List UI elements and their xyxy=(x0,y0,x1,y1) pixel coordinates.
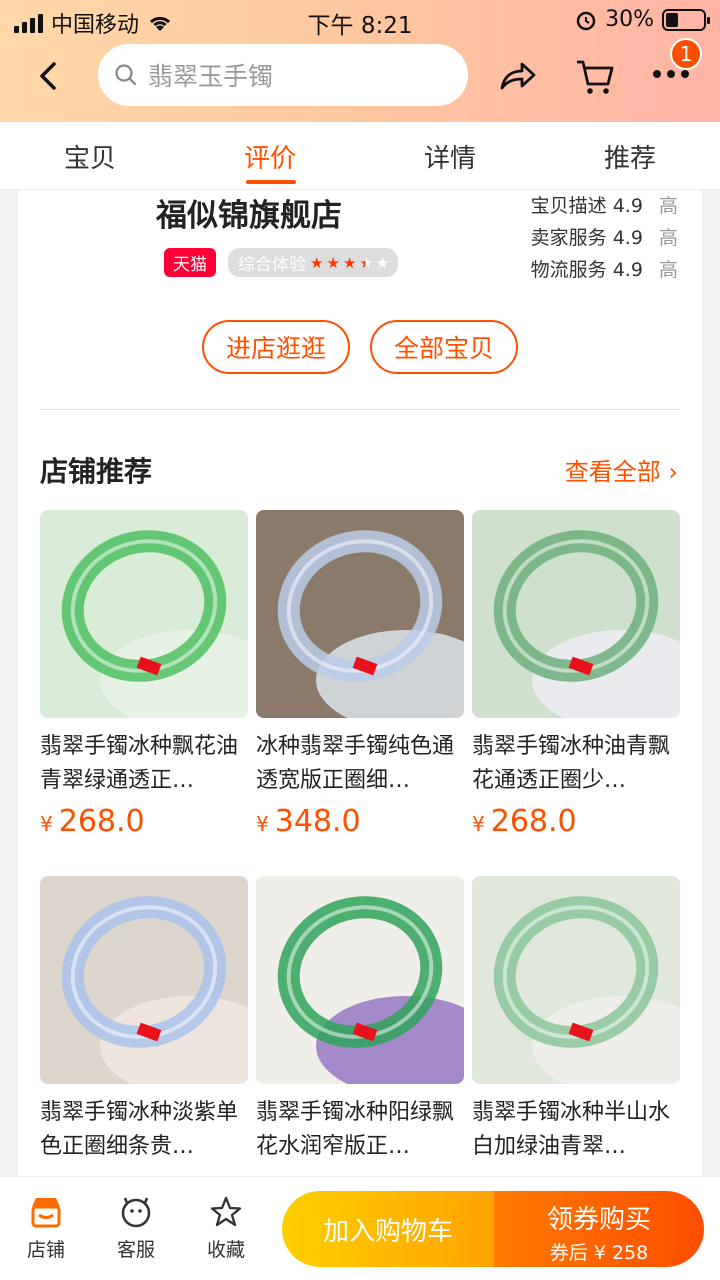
tab-reviews[interactable]: 评价 xyxy=(210,138,330,175)
currency-symbol: ¥ xyxy=(256,812,269,836)
product-card[interactable]: 冰种翡翠手镯纯色通透宽版正圈细… ¥348.0 xyxy=(256,510,464,839)
star-outline-icon xyxy=(210,1196,242,1227)
score-label: 宝贝描述 xyxy=(530,195,607,217)
score-value: 4.9 xyxy=(612,259,643,281)
star-icon: ★ xyxy=(310,253,323,272)
back-arrow-icon[interactable] xyxy=(30,58,66,94)
tmall-badge: 天猫 xyxy=(164,248,216,277)
bangle-image-icon xyxy=(277,530,464,718)
tab-details[interactable]: 详情 xyxy=(390,138,510,175)
active-tab-indicator xyxy=(246,180,296,184)
score-row: 物流服务 4.9 高 xyxy=(531,254,678,286)
customer-service-button[interactable]: 客服 xyxy=(106,1195,166,1262)
see-all-label: 查看全部 xyxy=(564,458,661,486)
bangle-image-icon xyxy=(277,896,464,1084)
buy-with-coupon-button[interactable]: 领券购买 券后 ¥ 258 xyxy=(494,1191,704,1267)
product-price: ¥268.0 xyxy=(40,804,248,839)
score-label: 物流服务 xyxy=(530,259,607,281)
score-row: 宝贝描述 4.9 高 xyxy=(531,190,678,222)
bangle-image-icon xyxy=(61,530,248,718)
star-icon: ★ xyxy=(326,253,339,272)
all-items-button[interactable]: 全部宝贝 xyxy=(370,320,518,374)
product-title[interactable]: 翡翠手镯冰种飘花油青翠绿通透正… xyxy=(40,730,248,798)
buy-label: 领券购买 xyxy=(546,1205,651,1235)
price-value: 268.0 xyxy=(490,804,577,839)
alarm-icon xyxy=(576,11,596,30)
chevron-right-icon: › xyxy=(668,458,678,486)
score-level: 高 xyxy=(658,259,678,281)
score-row: 卖家服务 4.9 高 xyxy=(531,222,678,254)
more-menu-button[interactable]: 1 xyxy=(650,38,720,108)
product-card[interactable]: 翡翠手镯冰种淡紫单色正圈细条贵… xyxy=(40,876,248,1164)
buy-sub-label: 券后 ¥ 258 xyxy=(549,1242,649,1264)
shop-nav-label: 店铺 xyxy=(26,1239,65,1261)
score-level: 高 xyxy=(658,195,678,217)
cart-icon[interactable] xyxy=(574,56,616,98)
price-value: 268.0 xyxy=(58,804,145,839)
product-title[interactable]: 翡翠手镯冰种淡紫单色正圈细条贵… xyxy=(40,1096,248,1164)
add-to-cart-button[interactable]: 加入购物车 xyxy=(282,1191,494,1267)
tab-items[interactable]: 宝贝 xyxy=(30,138,150,175)
product-image[interactable] xyxy=(40,876,248,1084)
bangle-image-icon xyxy=(493,896,680,1084)
product-image[interactable] xyxy=(472,876,680,1084)
product-card[interactable]: 翡翠手镯冰种飘花油青翠绿通透正… ¥268.0 xyxy=(40,510,248,839)
product-image[interactable] xyxy=(256,510,464,718)
battery-icon xyxy=(662,8,710,31)
product-price: ¥348.0 xyxy=(256,804,464,839)
score-value: 4.9 xyxy=(612,227,643,249)
visit-shop-button[interactable]: 进店逛逛 xyxy=(202,320,350,374)
currency-symbol: ¥ xyxy=(40,812,53,836)
product-card[interactable]: 翡翠手镯冰种油青飘花通透正圈少… ¥268.0 xyxy=(472,510,680,839)
tab-bar: 宝贝 评价 详情 推荐 xyxy=(0,122,720,190)
product-image[interactable] xyxy=(40,510,248,718)
divider xyxy=(40,409,680,410)
score-value: 4.9 xyxy=(612,195,643,217)
score-label: 卖家服务 xyxy=(530,227,607,249)
battery-percent: 30% xyxy=(605,7,654,32)
empty-star-icon: ★ xyxy=(375,253,389,272)
tab-recommend[interactable]: 推荐 xyxy=(570,138,690,175)
score-level: 高 xyxy=(658,227,678,249)
see-all-link[interactable]: 查看全部 › xyxy=(565,452,678,487)
experience-label: 综合体验 xyxy=(238,255,306,275)
shop-name[interactable]: 福似锦旗舰店 xyxy=(156,190,342,235)
favorite-label: 收藏 xyxy=(206,1239,245,1261)
bangle-image-icon xyxy=(493,530,680,718)
search-placeholder: 翡翠玉手镯 xyxy=(148,62,274,91)
service-label: 客服 xyxy=(116,1239,155,1261)
search-input[interactable]: 翡翠玉手镯 xyxy=(98,44,468,106)
price-value: 348.0 xyxy=(274,804,361,839)
favorite-button[interactable]: 收藏 xyxy=(196,1195,256,1262)
product-title[interactable]: 冰种翡翠手镯纯色通透宽版正圈细… xyxy=(256,730,464,798)
status-bar: 中国移动 下午 8:21 30% xyxy=(0,0,720,40)
service-face-icon xyxy=(121,1197,151,1228)
section-title: 店铺推荐 xyxy=(40,455,153,488)
shop-scores: 宝贝描述 4.9 高 卖家服务 4.9 高 物流服务 4.9 高 xyxy=(531,190,678,286)
shop-card: 福似锦旗舰店 天猫 综合体验 ★ ★ ★ ★ ★ 宝贝描述 4.9 高 卖家服务… xyxy=(18,190,702,1190)
search-icon xyxy=(115,64,137,86)
bottom-action-bar: 店铺 客服 收藏 加入购物车 领券购买 券后 ¥ 258 xyxy=(0,1176,720,1280)
product-card[interactable]: 翡翠手镯冰种阳绿飘花水润窄版正… xyxy=(256,876,464,1164)
product-title[interactable]: 翡翠手镯冰种半山水白加绿油青翠… xyxy=(472,1096,680,1164)
half-star-icon: ★ xyxy=(359,253,372,272)
shop-icon xyxy=(31,1198,61,1228)
product-image[interactable] xyxy=(472,510,680,718)
star-icon: ★ xyxy=(342,253,356,272)
product-title[interactable]: 翡翠手镯冰种阳绿飘花水润窄版正… xyxy=(256,1096,464,1164)
experience-rating: 综合体验 ★ ★ ★ ★ ★ xyxy=(228,248,399,277)
share-icon[interactable] xyxy=(496,56,538,98)
product-image[interactable] xyxy=(256,876,464,1084)
bangle-image-icon xyxy=(61,896,248,1084)
product-price: ¥268.0 xyxy=(472,804,680,839)
header-area: 中国移动 下午 8:21 30% 翡翠玉手镯 1 xyxy=(0,0,720,122)
currency-symbol: ¥ xyxy=(472,812,485,836)
product-card[interactable]: 翡翠手镯冰种半山水白加绿油青翠… xyxy=(472,876,680,1164)
shop-nav-button[interactable]: 店铺 xyxy=(16,1195,76,1262)
notification-badge: 1 xyxy=(670,38,702,70)
product-title[interactable]: 翡翠手镯冰种油青飘花通透正圈少… xyxy=(472,730,680,798)
